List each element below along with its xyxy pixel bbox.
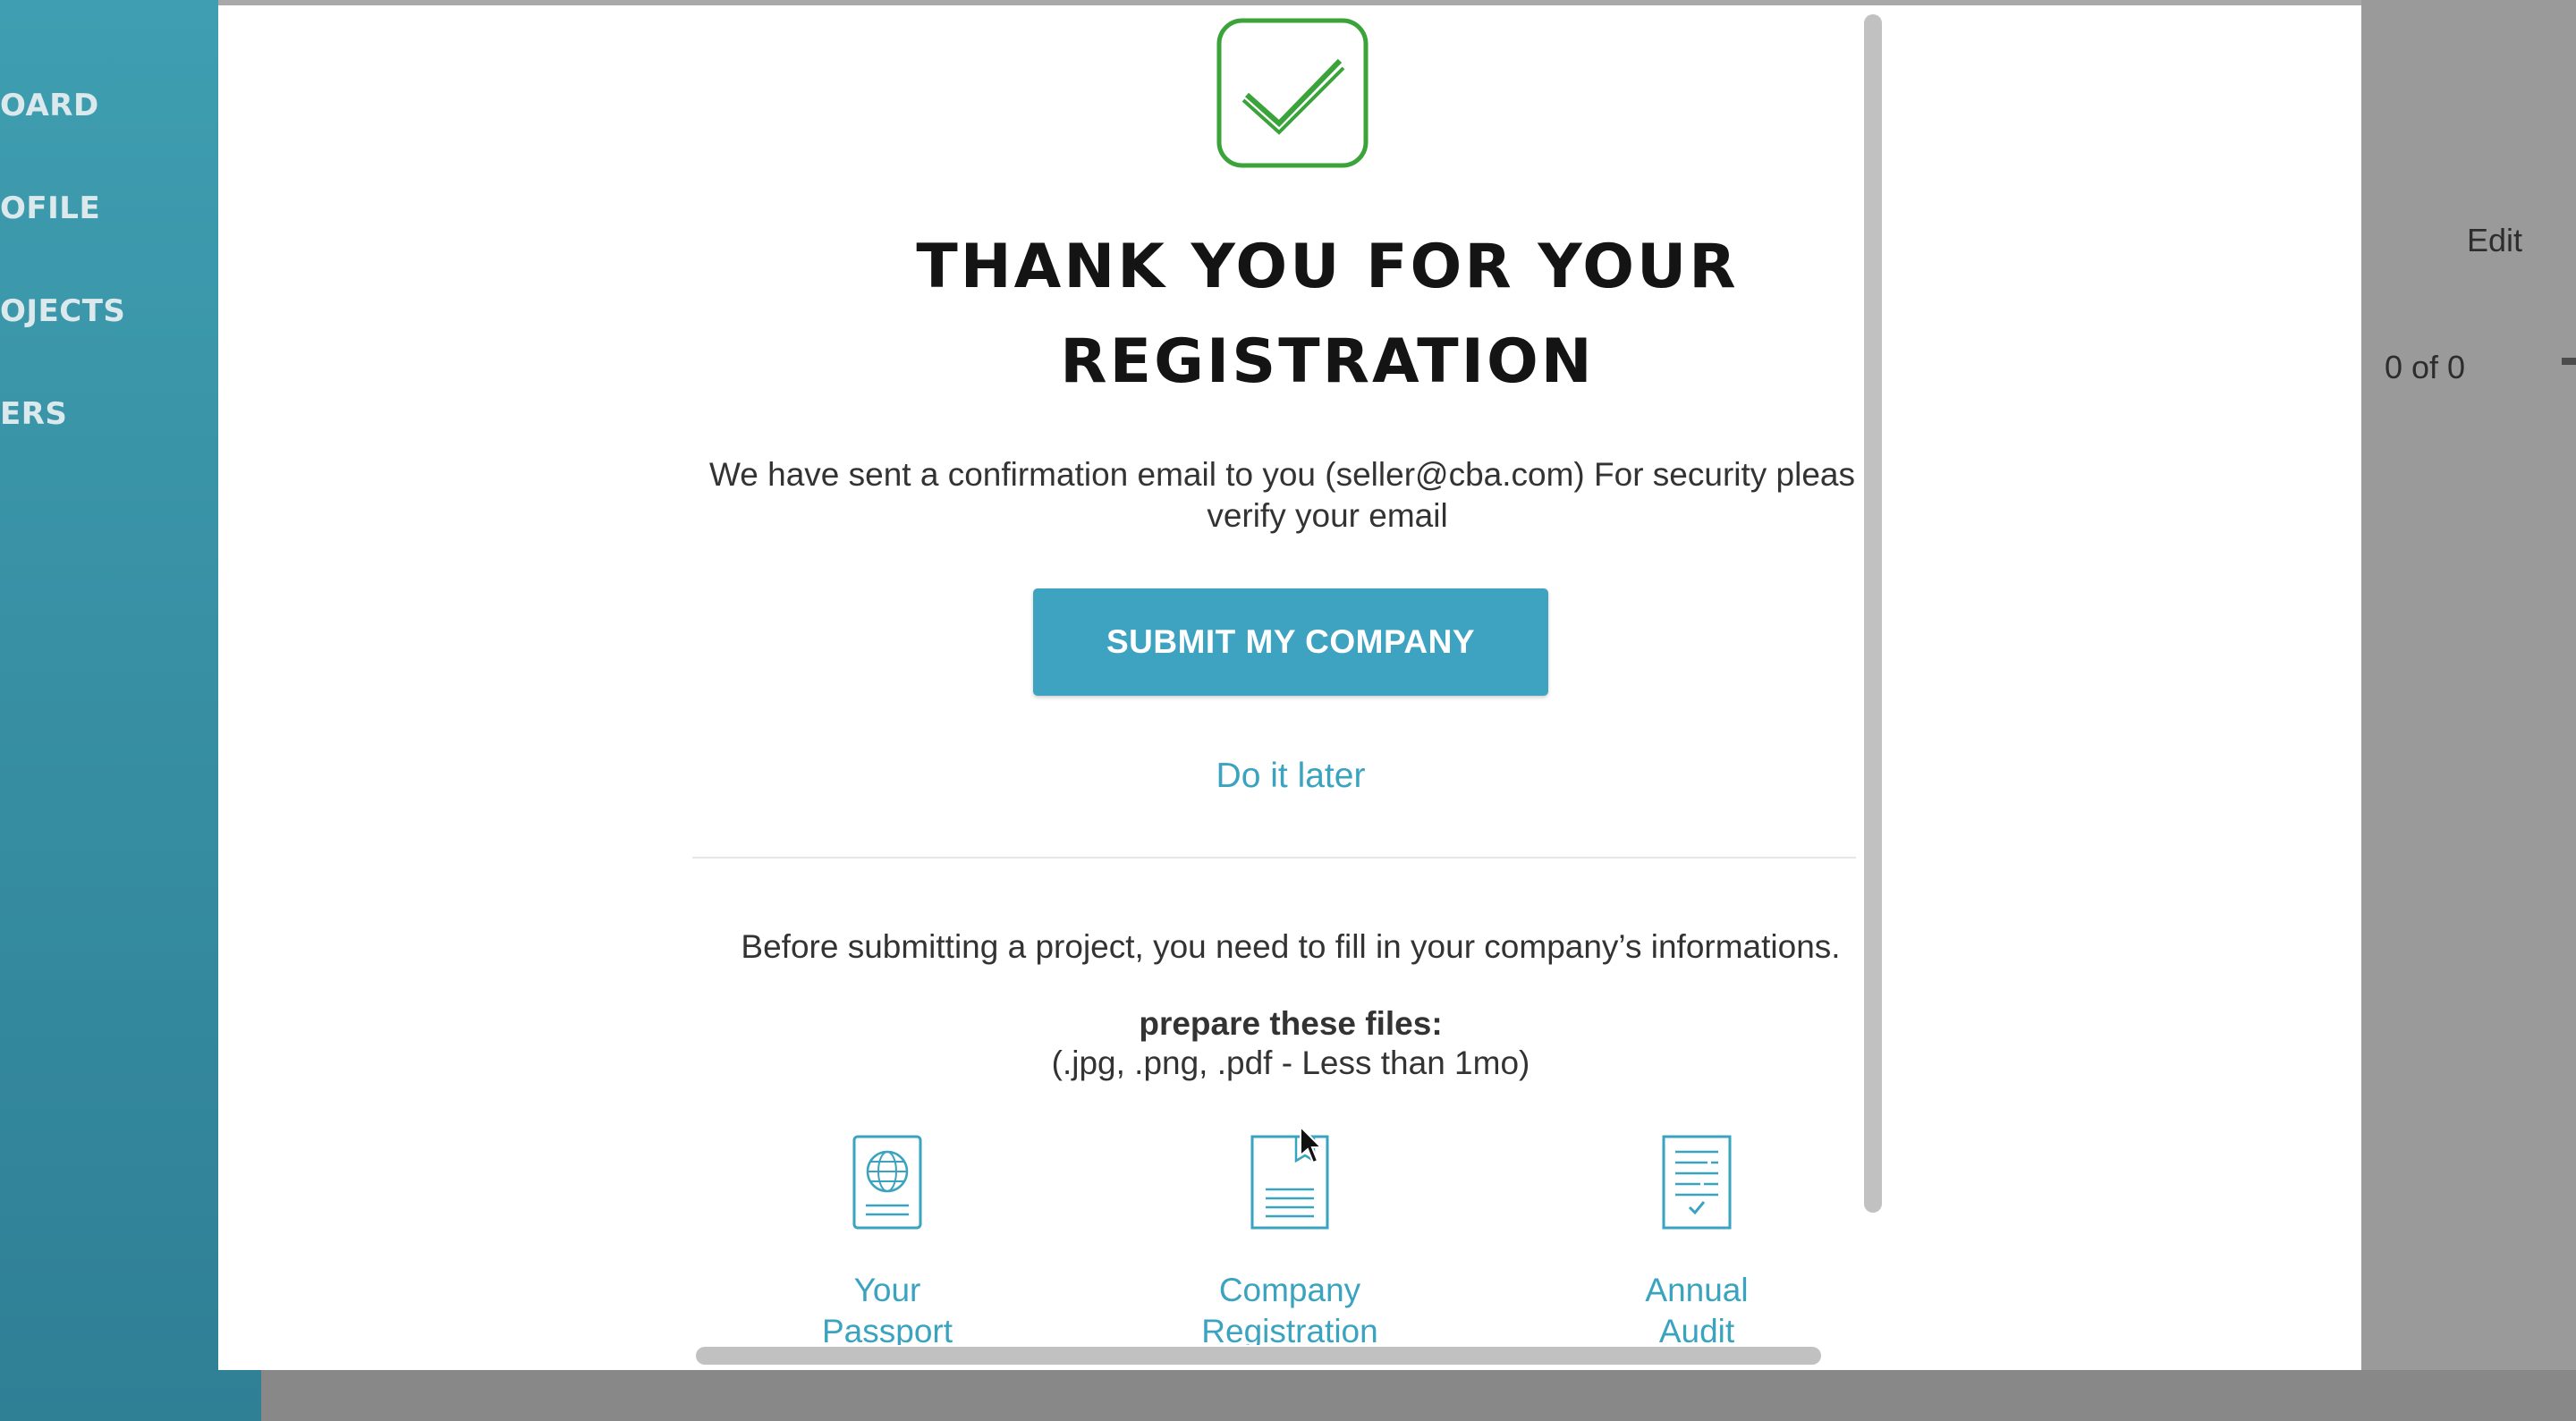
horizontal-scrollbar[interactable] — [696, 1347, 1821, 1365]
prepare-files-title: prepare these files: — [1139, 1005, 1443, 1042]
pagination-count: 0 of 0 — [2385, 349, 2466, 385]
registration-modal: THANK YOU FOR YOUR REGISTRATION We have … — [218, 5, 2361, 1370]
audit-document-icon — [1662, 1135, 1732, 1230]
instructions-text: Before submitting a project, you need to… — [741, 928, 1841, 965]
mouse-cursor-icon — [1300, 1125, 1324, 1164]
background-page — [2361, 0, 2576, 1421]
confirmation-text-line-1: We have sent a confirmation email to you… — [709, 456, 1856, 493]
file-label-company-registration: Company Registration — [1156, 1270, 1424, 1345]
sidebar-item-dashboard[interactable]: OARD — [0, 88, 99, 123]
file-label-line: Passport — [821, 1313, 953, 1345]
submit-company-button[interactable]: SUBMIT MY COMPANY — [1033, 588, 1548, 696]
file-item-passport[interactable]: Your Passport — [753, 1134, 1021, 1345]
file-label-line: Annual — [1645, 1272, 1749, 1308]
file-label-passport: Your Passport — [753, 1270, 1021, 1345]
overlay-backdrop — [261, 1370, 2576, 1421]
passport-icon — [852, 1135, 922, 1230]
file-format-note: (.jpg, .png, .pdf - Less than 1mo) — [1051, 1045, 1530, 1081]
file-label-line: Registration — [1201, 1313, 1378, 1345]
edit-link[interactable]: Edit — [2467, 222, 2522, 259]
file-label-line: Company — [1218, 1272, 1361, 1308]
sidebar-item-projects[interactable]: OJECTS — [0, 293, 125, 329]
file-label-annual-audit: Annual Audit — [1563, 1270, 1831, 1345]
file-label-line: Audit — [1658, 1313, 1735, 1345]
divider — [692, 857, 1856, 859]
do-it-later-link[interactable]: Do it later — [692, 757, 1856, 796]
file-item-annual-audit[interactable]: Annual Audit — [1563, 1134, 1831, 1345]
content-viewport: We have sent a confirmation email to you… — [692, 5, 1856, 1345]
sidebar-item-profile[interactable]: OFILE — [0, 190, 100, 226]
arrow-icon[interactable] — [2562, 358, 2576, 365]
file-label-line: Your — [853, 1272, 921, 1308]
confirmation-text-line-2: verify your email — [1207, 497, 1448, 534]
vertical-scrollbar[interactable] — [1864, 14, 1882, 1213]
file-item-company-registration[interactable]: Company Registration — [1156, 1134, 1424, 1345]
sidebar-item-others[interactable]: ERS — [0, 396, 67, 432]
